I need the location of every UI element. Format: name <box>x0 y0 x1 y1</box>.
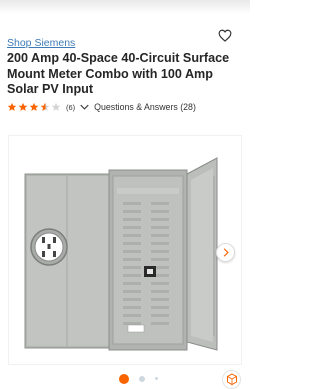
product-image-gallery[interactable] <box>8 135 242 365</box>
gallery-next-button[interactable] <box>216 243 235 262</box>
star-half-icon <box>40 102 50 111</box>
chevron-right-icon <box>223 248 229 257</box>
header-shadow <box>0 0 250 14</box>
star-empty-icon <box>51 102 61 111</box>
ar-cube-icon <box>226 373 237 386</box>
star-icon <box>7 102 17 111</box>
pagination-dot-active[interactable] <box>119 374 129 384</box>
view-in-room-button[interactable] <box>222 370 241 389</box>
product-title: 200 Amp 40-Space 40-Circuit Surface Moun… <box>7 51 230 96</box>
shop-brand-link[interactable]: Shop Siemens <box>7 37 75 50</box>
review-count[interactable]: (6) <box>66 103 75 112</box>
pagination-dot[interactable] <box>155 377 158 380</box>
product-image <box>24 157 218 351</box>
star-icon <box>29 102 39 111</box>
pagination-dot[interactable] <box>139 376 145 382</box>
questions-answers-link[interactable]: Questions & Answers (28) <box>94 102 196 112</box>
chevron-down-icon[interactable] <box>80 104 89 110</box>
star-icon <box>18 102 28 111</box>
rating-row: (6) Questions & Answers (28) <box>7 101 196 113</box>
heart-icon[interactable] <box>218 29 232 42</box>
star-rating[interactable] <box>7 102 61 112</box>
gallery-pagination <box>0 373 250 385</box>
